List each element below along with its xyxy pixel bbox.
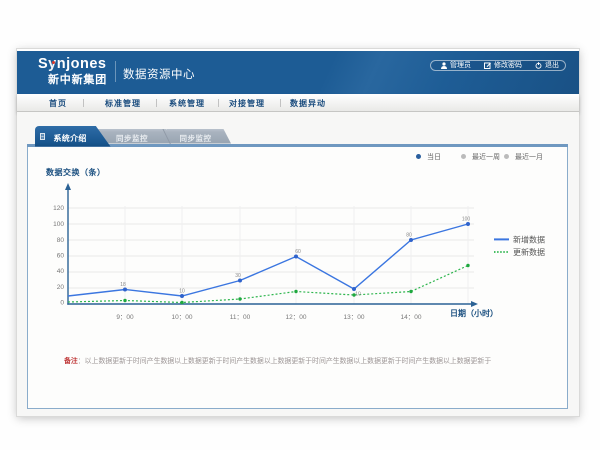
svg-text:60: 60 (295, 249, 301, 255)
svg-text:新增数据: 新增数据 (513, 234, 545, 244)
svg-text:日期（小时）: 日期（小时） (450, 308, 498, 318)
svg-text:80: 80 (57, 237, 65, 244)
svg-text:10: 10 (355, 292, 361, 298)
svg-text:12：00: 12：00 (286, 314, 307, 321)
svg-text:30: 30 (235, 273, 241, 279)
svg-text:80: 80 (406, 233, 412, 239)
svg-text:0: 0 (60, 300, 64, 307)
svg-text:120: 120 (53, 205, 64, 212)
svg-text:60: 60 (57, 253, 65, 260)
svg-text:13：00: 13：00 (344, 314, 365, 321)
svg-text:100: 100 (53, 221, 64, 228)
svg-text:数据交换（条）: 数据交换（条） (46, 167, 106, 177)
svg-text:14：00: 14：00 (401, 314, 422, 321)
svg-text:40: 40 (57, 268, 65, 275)
svg-text:18: 18 (120, 282, 126, 288)
svg-text:更新数据: 更新数据 (513, 247, 545, 257)
svg-text:10：00: 10：00 (172, 314, 193, 321)
svg-text:20: 20 (57, 284, 65, 291)
svg-text:10: 10 (179, 289, 185, 295)
svg-text:11：00: 11：00 (230, 314, 251, 321)
svg-text:100: 100 (462, 217, 471, 223)
svg-text:9：00: 9：00 (116, 314, 134, 321)
